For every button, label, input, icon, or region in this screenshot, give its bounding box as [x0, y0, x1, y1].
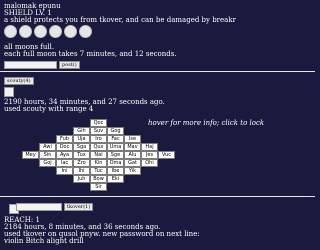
tkover-row: tkover(1): [4, 203, 94, 211]
tkover-input[interactable]: [16, 203, 62, 211]
grid-cell[interactable]: Ihi: [73, 167, 90, 175]
grid-cell[interactable]: Jes: [141, 151, 158, 159]
grid-cell[interactable]: Gat: [124, 159, 141, 167]
grid-cell[interactable]: Aya: [56, 151, 73, 159]
grid-cell[interactable]: Awi: [39, 143, 56, 151]
full-moon-icon: [19, 25, 32, 38]
hover-hint: hover for more info; click to lock: [148, 119, 265, 127]
full-moon-icon: [4, 25, 17, 38]
grid-cell[interactable]: Qoc: [90, 119, 107, 127]
grid-cell[interactable]: Fac: [107, 135, 124, 143]
grid-cell[interactable]: Qux: [90, 143, 107, 151]
tkover-button[interactable]: tkover(1): [64, 203, 94, 211]
grid-cell[interactable]: Oma: [107, 159, 124, 167]
post-row: post(): [4, 61, 80, 69]
new-password: violin Bitch alight drill: [4, 237, 84, 245]
grid-cell[interactable]: Yik: [124, 167, 141, 175]
full-moon-icon: [64, 25, 77, 38]
moons-row: [4, 25, 92, 38]
grid-cell[interactable]: Eki: [107, 175, 124, 183]
grid-cell[interactable]: Sge: [107, 151, 124, 159]
grid-cell[interactable]: Sin: [39, 151, 56, 159]
scouty-row: scouty(4): [4, 77, 34, 85]
grid-cell[interactable]: Ooc: [56, 143, 73, 151]
grid-cell[interactable]: Fub: [56, 135, 73, 143]
grid-cell[interactable]: Ibe: [107, 167, 124, 175]
grid-cell[interactable]: Iro: [90, 135, 107, 143]
full-moon-icon: [79, 25, 92, 38]
scouty-button[interactable]: scouty(4): [4, 77, 34, 85]
shield-description: a shield protects you from tkover, and c…: [4, 16, 236, 24]
full-moon-icon: [49, 25, 62, 38]
grid-cell[interactable]: Nai: [90, 151, 107, 159]
grid-cell[interactable]: Gih: [73, 127, 90, 135]
grid-cell[interactable]: Sga: [73, 143, 90, 151]
full-moon-icon: [34, 25, 47, 38]
grid-cell[interactable]: Uma: [107, 143, 124, 151]
grid-cell[interactable]: Mav: [124, 143, 141, 151]
grid-cell[interactable]: Juh: [73, 175, 90, 183]
grid-cell[interactable]: Ise: [124, 135, 141, 143]
grid-cell[interactable]: Goj: [39, 159, 56, 167]
divider: [0, 71, 315, 72]
grid-cell[interactable]: Zro: [73, 159, 90, 167]
moons-timer: each full moon takes 7 minutes, and 12 s…: [4, 50, 177, 58]
divider: [0, 196, 315, 197]
scouty-action: used scouty with range 4: [4, 105, 94, 113]
grid-cell[interactable]: Bow: [90, 175, 107, 183]
grid-cell[interactable]: Haj: [141, 143, 158, 151]
grid-cell[interactable]: Vuc: [158, 151, 175, 159]
grid-cell[interactable]: Kin: [90, 159, 107, 167]
grid-cell[interactable]: Ohi: [141, 159, 158, 167]
grid-cell[interactable]: Sir: [90, 183, 107, 191]
post-input[interactable]: [4, 61, 57, 69]
grid-cell[interactable]: Iac: [56, 159, 73, 167]
grid-cell[interactable]: Alu: [124, 151, 141, 159]
grid-cell[interactable]: Uja: [73, 135, 90, 143]
grid-cell[interactable]: Tuc: [90, 167, 107, 175]
post-button[interactable]: post(): [59, 61, 80, 69]
grid-cell[interactable]: Ini: [56, 167, 73, 175]
grid-cell[interactable]: Gog: [107, 127, 124, 135]
avatar: [4, 87, 14, 97]
grid-cell[interactable]: Tux: [73, 151, 90, 159]
grid-cell[interactable]: Mey: [22, 151, 39, 159]
grid-cell[interactable]: Suv: [90, 127, 107, 135]
